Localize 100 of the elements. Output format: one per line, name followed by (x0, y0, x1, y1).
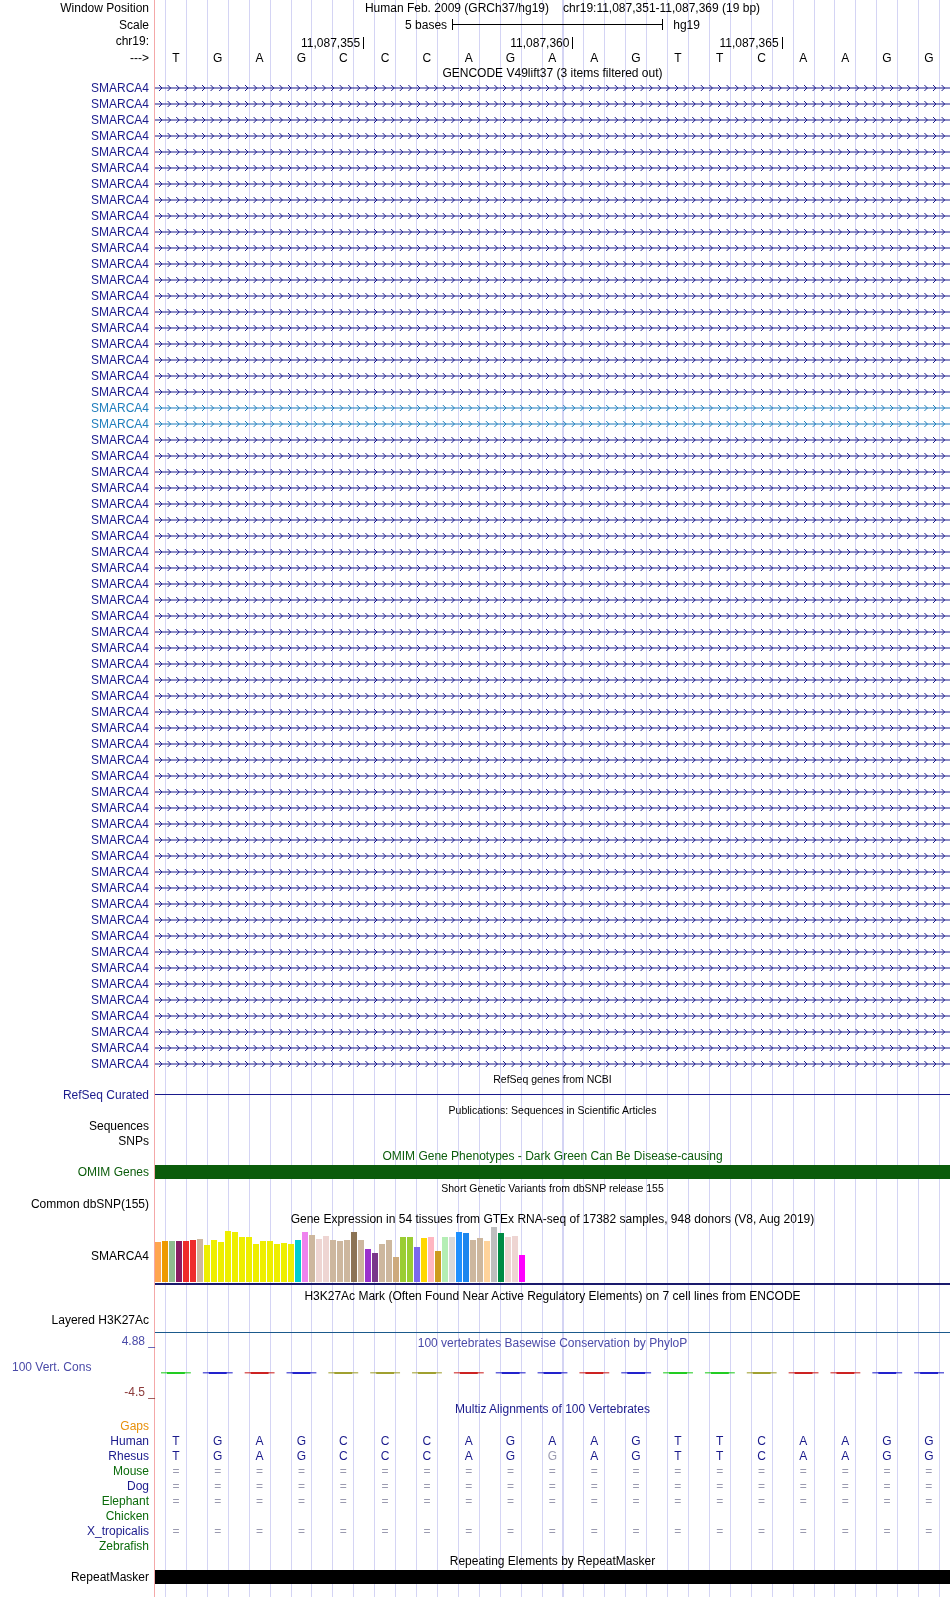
aligned-base: = (256, 1464, 264, 1477)
track-label[interactable]: SNPs (118, 1134, 155, 1147)
track-label[interactable]: OMIM Genes (77, 1166, 155, 1178)
aligned-base: = (423, 1524, 431, 1537)
gene-label[interactable]: SMARCA4 (91, 786, 155, 798)
gene-label[interactable]: SMARCA4 (91, 642, 155, 654)
gene-label[interactable]: SMARCA4 (91, 578, 155, 590)
gene-label[interactable]: SMARCA4 (91, 114, 155, 126)
species-label[interactable]: Dog (127, 1479, 155, 1492)
gene-label[interactable]: SMARCA4 (91, 882, 155, 894)
gene-label[interactable]: SMARCA4 (91, 274, 155, 286)
gene-label[interactable]: SMARCA4 (91, 706, 155, 718)
aligned-base: = (841, 1524, 849, 1537)
gene-label[interactable]: SMARCA4 (91, 434, 155, 446)
aligned-base: G (924, 1434, 934, 1447)
species-label[interactable]: X_tropicalis (86, 1524, 155, 1537)
track-label[interactable]: SMARCA4 (91, 1250, 155, 1262)
species-label[interactable]: Chicken (105, 1509, 155, 1522)
gene-label[interactable]: SMARCA4 (91, 1026, 155, 1038)
gene-label[interactable]: SMARCA4 (91, 418, 155, 430)
gene-label[interactable]: SMARCA4 (91, 450, 155, 462)
aligned-base: C (380, 1434, 390, 1447)
gene-label[interactable]: SMARCA4 (91, 562, 155, 574)
aligned-base: = (590, 1479, 598, 1492)
aligned-base: G (547, 1449, 558, 1462)
aligned-base: = (339, 1494, 347, 1507)
base-letter: C (757, 51, 766, 64)
track-title: Gene Expression in 54 tissues from GTEx RNA-seq of 17382 samples, 948 donors (V8, Aug 2019) (290, 1213, 815, 1225)
species-label[interactable]: Zebrafish (98, 1539, 155, 1552)
gene-label[interactable]: SMARCA4 (91, 946, 155, 958)
gene-label[interactable]: SMARCA4 (91, 242, 155, 254)
aligned-base: C (422, 1449, 432, 1462)
gene-label[interactable]: SMARCA4 (91, 482, 155, 494)
gene-label[interactable]: SMARCA4 (91, 1058, 155, 1070)
aligned-base: = (297, 1464, 305, 1477)
track-label[interactable]: RepeatMasker (70, 1571, 155, 1583)
gene-label[interactable]: SMARCA4 (91, 338, 155, 350)
gene-label[interactable]: SMARCA4 (91, 818, 155, 830)
aligned-base: = (925, 1524, 933, 1537)
species-label[interactable]: Rhesus (108, 1449, 155, 1462)
track-label[interactable]: RefSeq Curated (62, 1088, 155, 1101)
gene-label[interactable]: SMARCA4 (91, 690, 155, 702)
track-label[interactable]: Common dbSNP(155) (30, 1197, 155, 1210)
gene-label[interactable]: SMARCA4 (91, 914, 155, 926)
gene-label[interactable]: SMARCA4 (91, 322, 155, 334)
aligned-base: = (297, 1524, 305, 1537)
aligned-base: = (297, 1494, 305, 1507)
gene-label[interactable]: SMARCA4 (91, 722, 155, 734)
gene-label[interactable]: SMARCA4 (91, 130, 155, 142)
gene-label[interactable]: SMARCA4 (91, 898, 155, 910)
aligned-base: = (339, 1524, 347, 1537)
gene-label[interactable]: SMARCA4 (91, 194, 155, 206)
gene-label[interactable]: SMARCA4 (91, 658, 155, 670)
gene-label[interactable]: SMARCA4 (91, 962, 155, 974)
gene-label[interactable]: SMARCA4 (91, 210, 155, 222)
base-letter: T (674, 51, 682, 64)
gene-label[interactable]: SMARCA4 (91, 610, 155, 622)
track-label[interactable]: Sequences (88, 1119, 155, 1132)
gene-label[interactable]: SMARCA4 (91, 514, 155, 526)
gene-label[interactable]: SMARCA4 (91, 674, 155, 686)
track-title: OMIM Gene Phenotypes - Dark Green Can Be Disease-causing (382, 1150, 723, 1162)
strand-label[interactable]: ---> (130, 51, 155, 64)
aligned-base: = (339, 1464, 347, 1477)
gene-label[interactable]: SMARCA4 (91, 770, 155, 782)
aligned-base: G (924, 1449, 934, 1462)
gene-label[interactable]: SMARCA4 (91, 162, 155, 174)
gene-label[interactable]: SMARCA4 (91, 258, 155, 270)
gene-label[interactable]: SMARCA4 (91, 354, 155, 366)
gene-label[interactable]: SMARCA4 (91, 98, 155, 110)
gene-label[interactable]: SMARCA4 (91, 306, 155, 318)
gene-label[interactable]: SMARCA4 (91, 546, 155, 558)
gene-label[interactable]: SMARCA4 (91, 226, 155, 238)
gene-label[interactable]: SMARCA4 (91, 994, 155, 1006)
gene-label[interactable]: SMARCA4 (91, 178, 155, 190)
gene-label[interactable]: SMARCA4 (91, 1042, 155, 1054)
gene-label[interactable]: SMARCA4 (91, 466, 155, 478)
species-label[interactable]: Elephant (101, 1494, 155, 1507)
gene-label[interactable]: SMARCA4 (91, 754, 155, 766)
gene-label[interactable]: SMARCA4 (91, 930, 155, 942)
gene-label[interactable]: SMARCA4 (91, 498, 155, 510)
gene-label[interactable]: SMARCA4 (91, 146, 155, 158)
species-label[interactable]: Mouse (112, 1464, 155, 1477)
gene-label[interactable]: SMARCA4 (91, 402, 155, 414)
species-label[interactable]: Human (110, 1434, 155, 1447)
gene-label[interactable]: SMARCA4 (91, 594, 155, 606)
track-label[interactable]: Layered H3K27Ac (51, 1314, 155, 1326)
gene-label[interactable]: SMARCA4 (91, 1010, 155, 1022)
gene-label[interactable]: SMARCA4 (91, 738, 155, 750)
gene-label[interactable]: SMARCA4 (91, 866, 155, 878)
gene-label[interactable]: SMARCA4 (91, 530, 155, 542)
gene-label[interactable]: SMARCA4 (91, 290, 155, 302)
gene-label[interactable]: SMARCA4 (91, 626, 155, 638)
gene-label[interactable]: SMARCA4 (91, 802, 155, 814)
gene-label[interactable]: SMARCA4 (91, 834, 155, 846)
gene-label[interactable]: SMARCA4 (91, 978, 155, 990)
gene-label[interactable]: SMARCA4 (91, 370, 155, 382)
gene-label[interactable]: SMARCA4 (91, 82, 155, 94)
aligned-base: = (381, 1479, 389, 1492)
gene-label[interactable]: SMARCA4 (91, 386, 155, 398)
gene-label[interactable]: SMARCA4 (91, 850, 155, 862)
